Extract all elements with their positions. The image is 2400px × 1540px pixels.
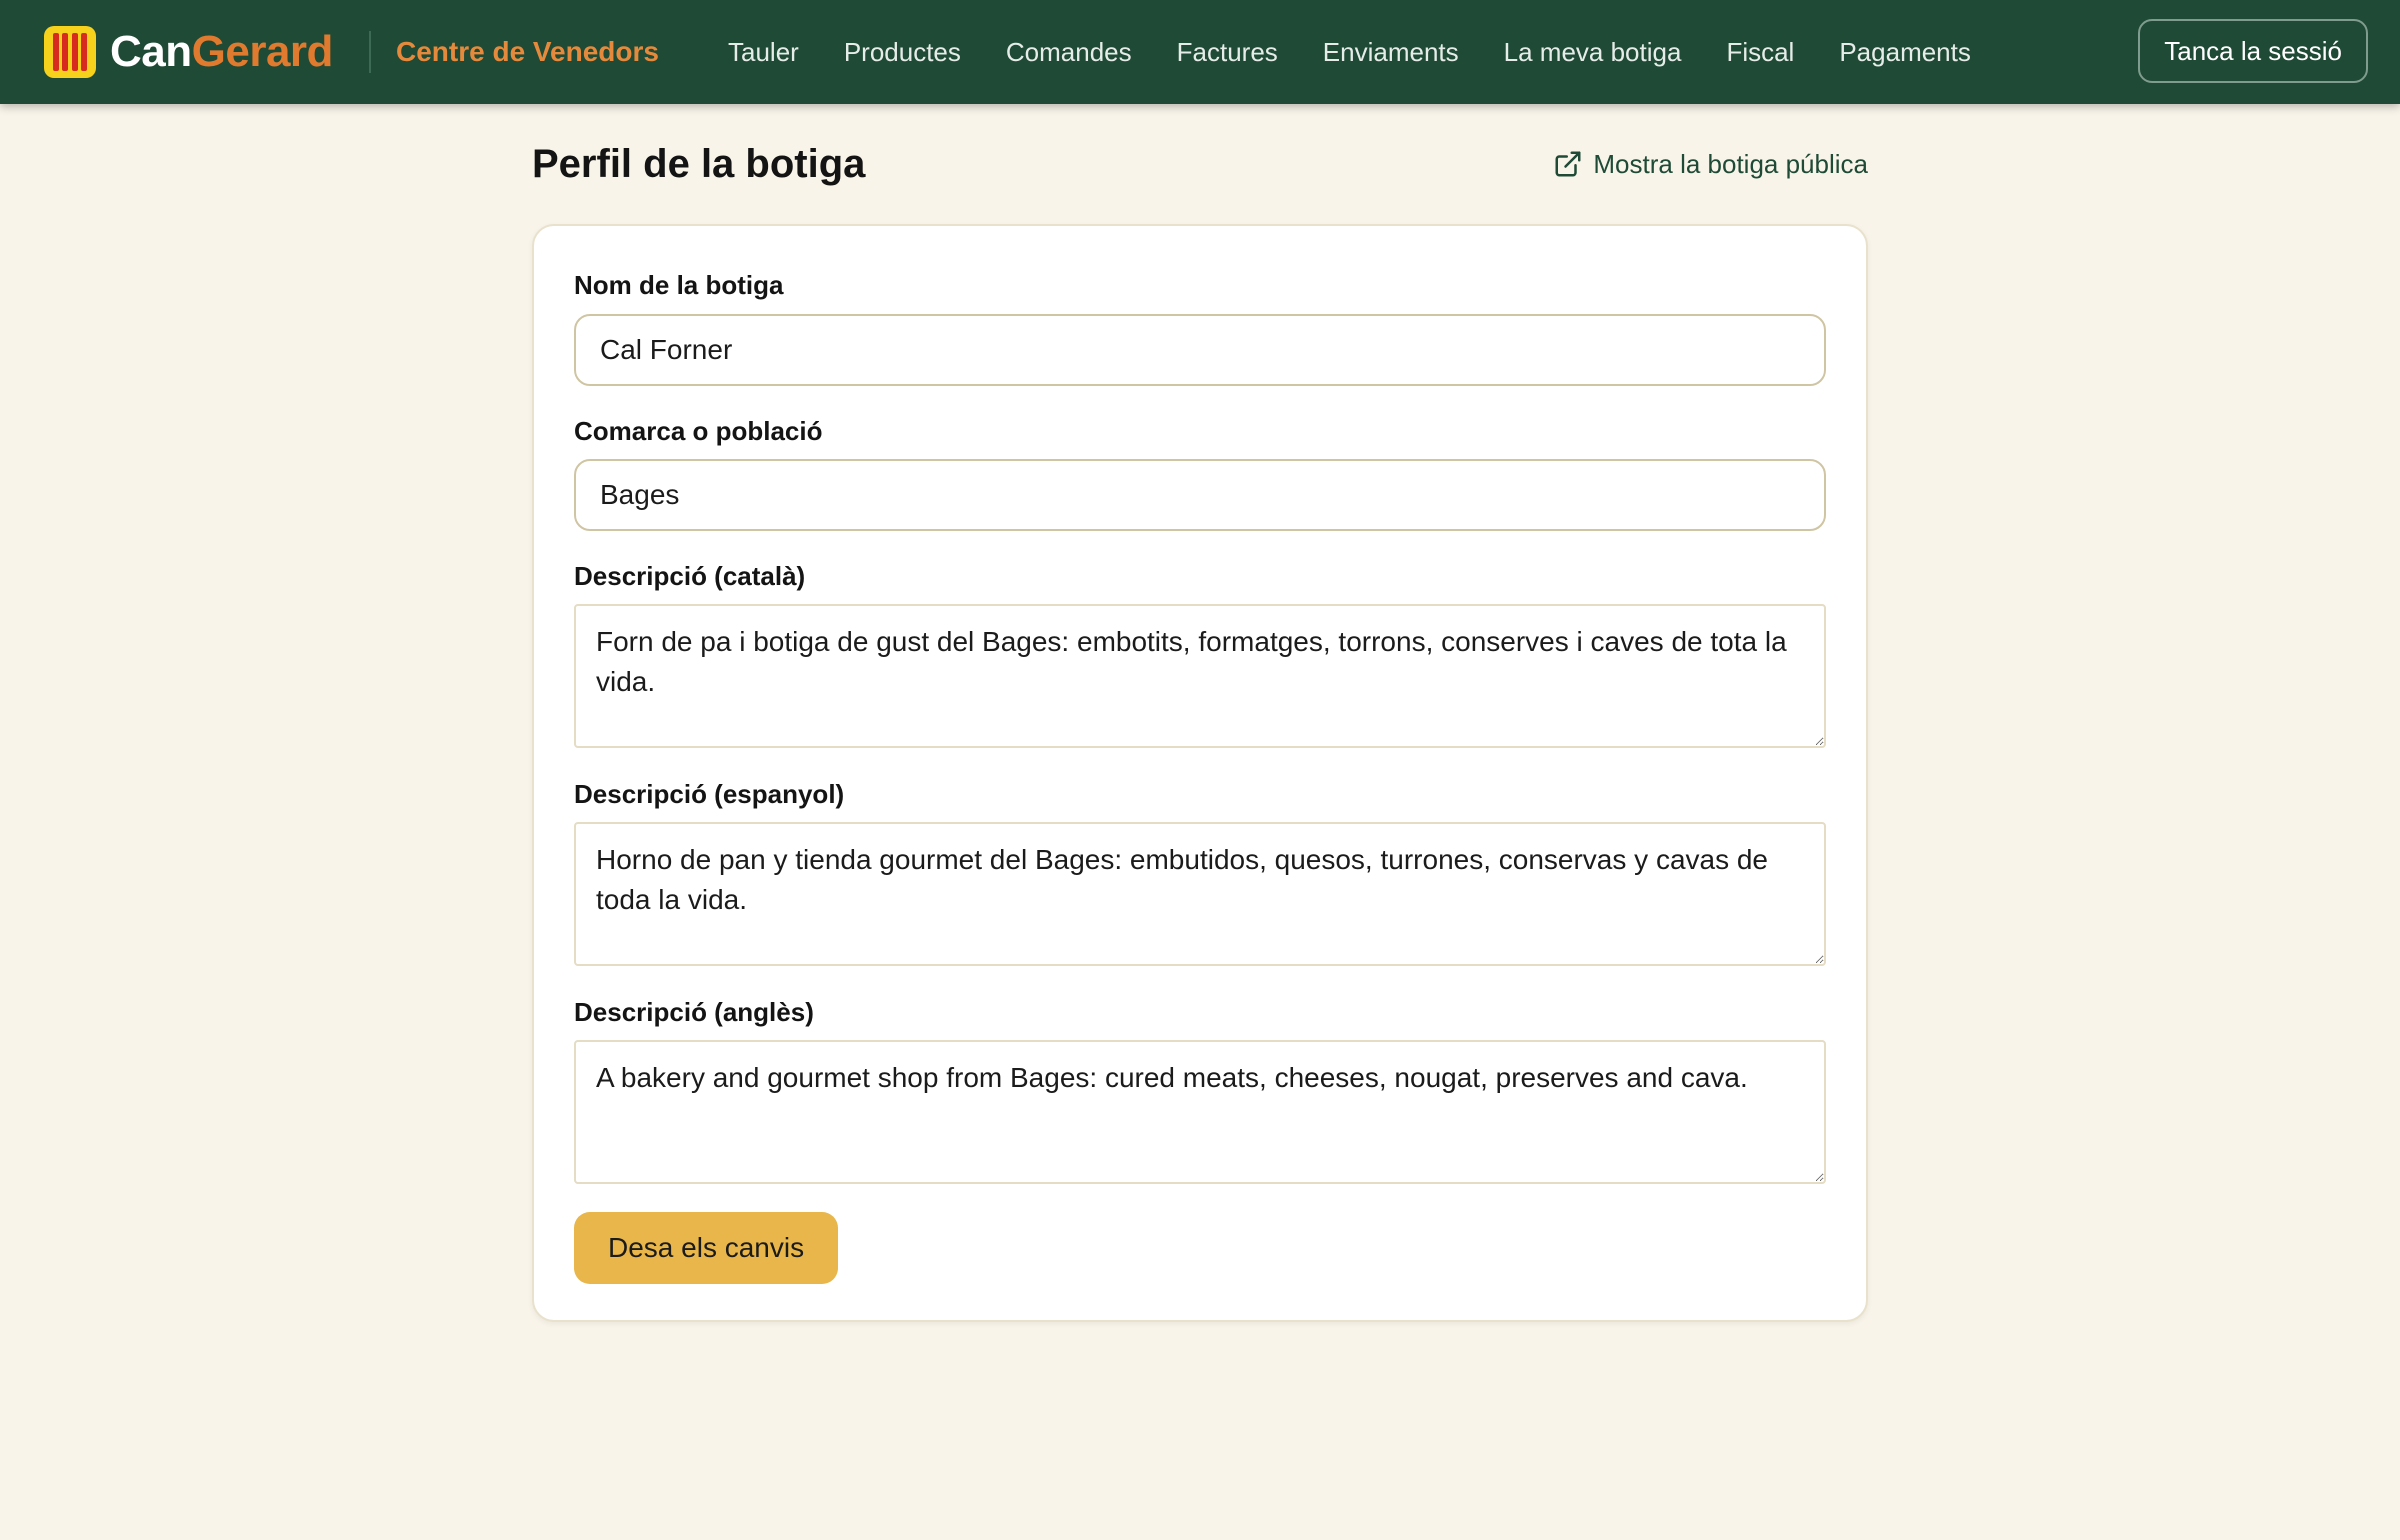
- shop-name-input[interactable]: [574, 314, 1826, 386]
- nav-item-payments[interactable]: Pagaments: [1839, 34, 1971, 70]
- view-public-shop-link[interactable]: Mostra la botiga pública: [1553, 146, 1868, 182]
- description-en-textarea[interactable]: A bakery and gourmet shop from Bages: cu…: [574, 1040, 1826, 1184]
- shop-name-label: Nom de la botiga: [574, 270, 784, 300]
- shop-profile-form: Nom de la botiga Comarca o població Desc…: [532, 224, 1868, 1322]
- region-input[interactable]: [574, 459, 1826, 531]
- nav-item-my-shop[interactable]: La meva botiga: [1504, 34, 1682, 70]
- region-label: Comarca o població: [574, 416, 823, 446]
- page-title: Perfil de la botiga: [532, 142, 866, 186]
- description-es-label: Descripció (espanyol): [574, 779, 845, 809]
- description-es-textarea[interactable]: Horno de pan y tienda gourmet del Bages:…: [574, 822, 1826, 966]
- brand-name-part2: Gerard: [191, 27, 334, 76]
- description-ca-label: Descripció (català): [574, 561, 806, 591]
- logout-button[interactable]: Tanca la sessió: [2138, 19, 2368, 83]
- nav-item-dashboard[interactable]: Tauler: [728, 34, 799, 70]
- nav-item-orders[interactable]: Comandes: [1006, 34, 1132, 70]
- seller-center-title: Centre de Venedors: [396, 36, 659, 67]
- brand-logo[interactable]: CanGerard: [44, 24, 333, 80]
- brand-divider: [369, 31, 371, 73]
- view-public-shop-label: Mostra la botiga pública: [1593, 149, 1868, 179]
- external-link-icon: [1555, 151, 1581, 177]
- brand-name-part1: Can: [110, 27, 192, 76]
- description-en-label: Descripció (anglès): [574, 997, 814, 1027]
- brand-name: CanGerard: [110, 30, 333, 74]
- nav-item-invoices[interactable]: Factures: [1177, 34, 1278, 70]
- nav-item-shipments[interactable]: Enviaments: [1323, 34, 1459, 70]
- nav-item-products[interactable]: Productes: [844, 34, 961, 70]
- catalan-flag-icon: [44, 26, 96, 78]
- save-changes-button[interactable]: Desa els canvis: [574, 1212, 839, 1284]
- top-navigation-bar: CanGerard Centre de Venedors Tauler Prod…: [0, 0, 2400, 104]
- nav-item-tax[interactable]: Fiscal: [1726, 34, 1794, 70]
- description-ca-textarea[interactable]: Forn de pa i botiga de gust del Bages: e…: [574, 604, 1826, 748]
- main-nav: Tauler Productes Comandes Factures Envia…: [728, 34, 2016, 70]
